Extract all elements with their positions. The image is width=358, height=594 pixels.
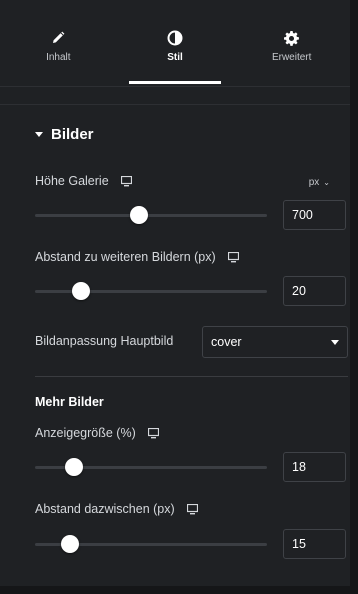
- slider-track: [35, 290, 267, 293]
- tab-label: Erweitert: [271, 52, 312, 63]
- label-text: Abstand dazwischen (px): [35, 502, 175, 516]
- label-text: Höhe Galerie: [35, 174, 109, 188]
- unit-selector[interactable]: px ⌄: [309, 177, 330, 188]
- gear-icon: [284, 30, 300, 46]
- label-text: Bildanpassung Hauptbild: [35, 334, 174, 348]
- tab-label: Stil: [167, 52, 183, 63]
- section-toggle-bilder[interactable]: Bilder: [35, 126, 94, 143]
- abstand-bildern-input[interactable]: 20: [283, 276, 346, 306]
- select-value: cover: [211, 335, 242, 349]
- slider-handle[interactable]: [72, 282, 91, 300]
- desktop-icon[interactable]: [186, 503, 198, 515]
- label-text: Abstand zu weiteren Bildern (px): [35, 250, 216, 264]
- desktop-icon[interactable]: [120, 175, 132, 187]
- half-circle-icon: [167, 30, 183, 46]
- chevron-down-icon: ⌄: [323, 178, 330, 187]
- hoehe-galerie-label: Höhe Galerie: [35, 174, 132, 188]
- bildanpassung-select[interactable]: cover: [202, 326, 348, 358]
- slider-handle[interactable]: [130, 206, 149, 224]
- abstand-dazwischen-label: Abstand dazwischen (px): [35, 502, 198, 516]
- divider: [35, 376, 348, 377]
- tab-stil[interactable]: Stil: [117, 0, 234, 86]
- tab-inhalt[interactable]: Inhalt: [0, 0, 117, 86]
- tab-label: Inhalt: [46, 52, 71, 63]
- caret-down-icon: [331, 339, 339, 345]
- anzeigegroesse-label: Anzeigegröße (%): [35, 426, 159, 440]
- style-panel: Inhalt Stil Erweitert Bilder Höhe Galeri…: [0, 0, 358, 594]
- label-text: Anzeigegröße (%): [35, 426, 136, 440]
- desktop-icon[interactable]: [147, 427, 159, 439]
- caret-down-icon: [35, 132, 43, 137]
- mehr-bilder-heading: Mehr Bilder: [35, 395, 104, 409]
- section-title: Bilder: [51, 126, 94, 143]
- divider: [0, 104, 350, 105]
- anzeigegroesse-input[interactable]: 18: [283, 452, 346, 482]
- bildanpassung-label: Bildanpassung Hauptbild: [35, 334, 173, 348]
- tab-erweitert[interactable]: Erweitert: [233, 0, 350, 86]
- abstand-dazwischen-slider[interactable]: [35, 535, 267, 553]
- abstand-dazwischen-input[interactable]: 15: [283, 529, 346, 559]
- anzeigegroesse-slider[interactable]: [35, 458, 267, 476]
- abstand-bildern-slider[interactable]: [35, 282, 267, 300]
- tab-bar: Inhalt Stil Erweitert: [0, 0, 350, 87]
- hoehe-galerie-slider[interactable]: [35, 206, 267, 224]
- slider-handle[interactable]: [65, 458, 84, 476]
- desktop-icon[interactable]: [227, 251, 239, 263]
- slider-track: [35, 214, 267, 217]
- unit-label: px: [308, 177, 320, 188]
- pencil-icon: [50, 30, 66, 46]
- hoehe-galerie-input[interactable]: 700: [283, 200, 346, 230]
- abstand-bildern-label: Abstand zu weiteren Bildern (px): [35, 250, 239, 264]
- slider-handle[interactable]: [60, 535, 79, 553]
